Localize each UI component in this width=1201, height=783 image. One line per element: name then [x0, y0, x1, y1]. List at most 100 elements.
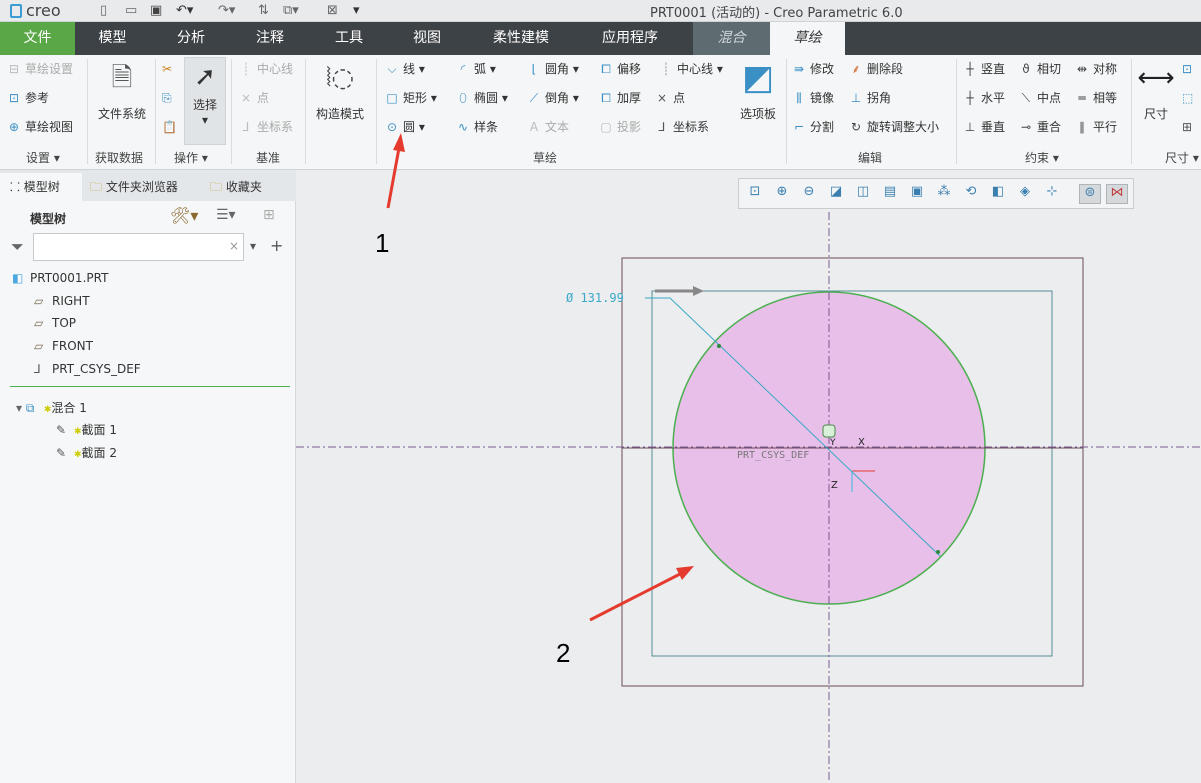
rotate-resize-button[interactable]: ↻ 旋转调整大小: [848, 118, 939, 136]
tab-folder-browser[interactable]: 🗀 文件夹浏览器: [90, 173, 178, 201]
baseline-icon[interactable]: ⬚: [1182, 89, 1193, 107]
clear-icon[interactable]: ×: [229, 239, 239, 253]
group-dimension-label[interactable]: 尺寸 ▾: [1165, 149, 1199, 166]
sketch-view-button[interactable]: ⊕ 草绘视图: [6, 118, 73, 136]
midpoint-button[interactable]: ⟍ 中点: [1018, 89, 1061, 107]
tree-filter-icon[interactable]: ⊞: [263, 207, 275, 223]
settings-tools-icon[interactable]: 🛠▾: [170, 206, 198, 225]
show-icon[interactable]: ☰▾: [216, 207, 236, 223]
view-manager-icon[interactable]: ▣: [906, 184, 928, 204]
zoom-out-icon[interactable]: ⊖: [798, 184, 820, 204]
tree-item-top[interactable]: ▱ TOP: [34, 316, 76, 330]
line-button[interactable]: ⌵ 线 ▾: [384, 60, 424, 78]
tree-item-right[interactable]: ▱ RIGHT: [34, 294, 90, 308]
tree-item-blend[interactable]: ▾ ⧉ ✱混合 1: [16, 399, 87, 416]
palette-button[interactable]: ◩ 选项板: [734, 59, 782, 122]
tab-sketch[interactable]: 草绘: [770, 22, 845, 55]
mirror-button[interactable]: ⫼ 镜像: [791, 89, 834, 107]
construction-mode-button[interactable]: ⦚◌ 构造模式: [308, 59, 372, 122]
save-icon[interactable]: ▣: [150, 3, 162, 18]
regenerate-icon[interactable]: ⇅: [258, 3, 269, 18]
cut-icon[interactable]: ✂: [162, 60, 172, 78]
equal-button[interactable]: ═ 相等: [1074, 89, 1117, 107]
references-button[interactable]: ⊡ 参考: [6, 89, 49, 107]
corner-button[interactable]: ⊥ 拐角: [848, 89, 891, 107]
datum-centerline-button[interactable]: ┊ 中心线: [238, 60, 293, 78]
offset-button[interactable]: ⧠ 偏移: [598, 60, 641, 78]
tab-file[interactable]: 文件: [0, 22, 75, 55]
datum-point-button[interactable]: × 点: [238, 89, 269, 107]
repaint-icon[interactable]: ◪: [825, 184, 847, 204]
divide-button[interactable]: ⌐ 分割: [791, 118, 834, 136]
zoom-in-icon[interactable]: ⊕: [771, 184, 793, 204]
tree-item-part[interactable]: ◧ PRT0001.PRT: [12, 271, 108, 285]
modify-button[interactable]: ⇛ 修改: [791, 60, 834, 78]
coincident-button[interactable]: ⊸ 重合: [1018, 118, 1061, 136]
spin-center-icon[interactable]: ⊹: [1041, 184, 1063, 204]
select-button[interactable]: ➚ 选择 ▾: [184, 57, 226, 145]
parallel-button[interactable]: ∥ 平行: [1074, 118, 1117, 136]
add-icon[interactable]: +: [270, 236, 283, 255]
tab-annotate[interactable]: 注释: [230, 22, 310, 55]
group-setup-label[interactable]: 设置 ▾: [26, 149, 60, 166]
diameter-dimension[interactable]: Ø 131.99: [566, 291, 624, 305]
reference-dimension-icon[interactable]: ⊞: [1182, 118, 1192, 136]
tab-analysis[interactable]: 分析: [152, 22, 230, 55]
group-constrain-label[interactable]: 约束 ▾: [1025, 149, 1059, 166]
tree-item-section-1[interactable]: ✎ ✱截面 1: [56, 421, 117, 438]
new-icon[interactable]: ▯: [100, 3, 107, 18]
tab-blend[interactable]: 混合: [693, 22, 770, 55]
tree-item-front[interactable]: ▱ FRONT: [34, 339, 93, 353]
rectangle-button[interactable]: □ 矩形 ▾: [384, 89, 437, 107]
open-icon[interactable]: ▭: [125, 3, 137, 18]
tab-model-tree[interactable]: ⸬ 模型树: [0, 173, 82, 201]
circle-button[interactable]: ⊙ 圆 ▾: [384, 118, 425, 136]
paste-icon[interactable]: 📋: [162, 118, 177, 136]
tab-favorites[interactable]: 🗀 收藏夹: [210, 173, 262, 201]
text-button[interactable]: A 文本: [526, 118, 569, 136]
undo-icon[interactable]: ↶▾: [176, 3, 193, 18]
tree-search-input[interactable]: [33, 233, 244, 261]
ellipse-button[interactable]: ⬯ 椭圆 ▾: [455, 89, 508, 107]
symmetric-button[interactable]: ⇹ 对称: [1074, 60, 1117, 78]
insert-indicator[interactable]: [10, 386, 290, 387]
sketcher-constraints-icon[interactable]: ⋈: [1106, 184, 1128, 204]
perpendicular-button[interactable]: ⊥ 垂直: [962, 118, 1005, 136]
annotation-display-icon[interactable]: ◈: [1014, 184, 1036, 204]
project-button[interactable]: ▢ 投影: [598, 118, 641, 136]
sketch-setup-button[interactable]: ⊟ 草绘设置: [6, 60, 73, 78]
fillet-button[interactable]: ⌊ 圆角 ▾: [526, 60, 579, 78]
datum-display-icon[interactable]: ◧: [987, 184, 1009, 204]
sketch-view-icon[interactable]: ⟲: [960, 184, 982, 204]
perimeter-icon[interactable]: ⊡: [1182, 60, 1192, 78]
group-operations-label[interactable]: 操作 ▾: [174, 149, 208, 166]
tree-item-csys[interactable]: ⅃ PRT_CSYS_DEF: [34, 362, 141, 376]
chevron-down-icon[interactable]: ▾: [250, 239, 256, 253]
arc-button[interactable]: ◜ 弧 ▾: [455, 60, 496, 78]
sketch-point-button[interactable]: × 点: [654, 89, 685, 107]
copy-icon[interactable]: ⎘: [162, 89, 172, 107]
delete-segment-button[interactable]: ⸙ 删除段: [848, 60, 903, 78]
tab-model[interactable]: 模型: [75, 22, 150, 55]
sketch-circle[interactable]: [672, 291, 986, 605]
chamfer-button[interactable]: ⟋ 倒角 ▾: [526, 89, 579, 107]
datum-csys-button[interactable]: ⅃ 坐标系: [238, 118, 293, 136]
tangent-button[interactable]: ϑ 相切: [1018, 60, 1061, 78]
tab-tools[interactable]: 工具: [310, 22, 388, 55]
customize-icon[interactable]: ▾: [353, 3, 360, 18]
display-style-icon[interactable]: ◫: [852, 184, 874, 204]
file-system-button[interactable]: 🗎 文件系统: [92, 59, 152, 122]
tree-item-section-2[interactable]: ✎ ✱截面 2: [56, 444, 117, 461]
spline-button[interactable]: ∿ 样条: [455, 118, 498, 136]
sketch-csys-button[interactable]: ⅃ 坐标系: [654, 118, 709, 136]
sketch-centerline-button[interactable]: ┊ 中心线 ▾: [658, 60, 722, 78]
thicken-button[interactable]: ⧠ 加厚: [598, 89, 641, 107]
sketcher-display-icon[interactable]: ⊜: [1079, 184, 1101, 204]
dimension-button[interactable]: ⟷ 尺寸: [1136, 59, 1176, 122]
horizontal-button[interactable]: ┼ 水平: [962, 89, 1005, 107]
tab-applications[interactable]: 应用程序: [580, 22, 680, 55]
windows-icon[interactable]: ⧉▾: [283, 3, 299, 18]
refit-icon[interactable]: ⊡: [744, 184, 766, 204]
tab-view[interactable]: 视图: [388, 22, 466, 55]
tab-flexible-modeling[interactable]: 柔性建模: [470, 22, 572, 55]
